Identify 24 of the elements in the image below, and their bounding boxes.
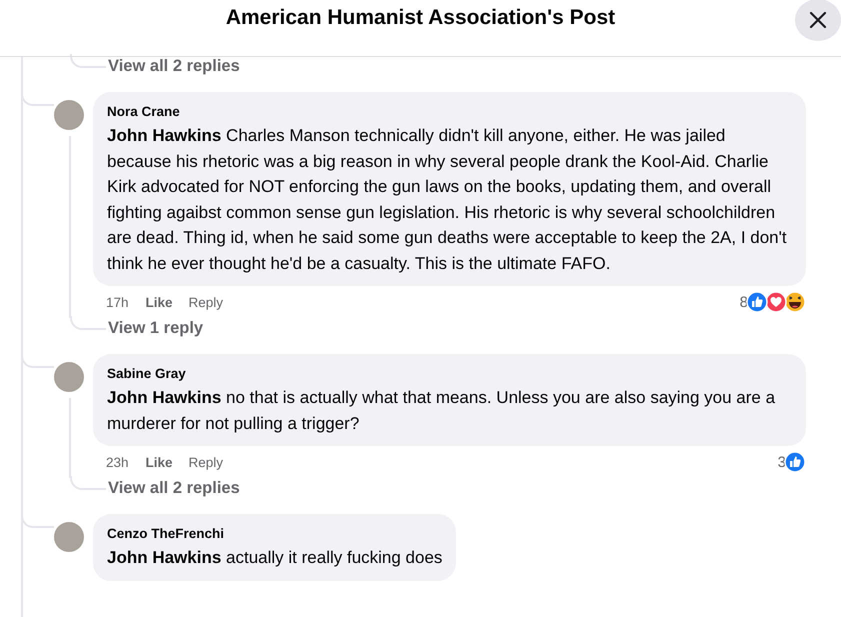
avatar[interactable] [54,362,84,392]
dialog-title: American Humanist Association's Post [226,6,616,30]
comment-time[interactable]: 23h [106,454,129,470]
reply-link[interactable]: Reply [188,454,224,470]
like-link[interactable]: Like [146,294,173,310]
thumbs-up-icon [746,291,768,313]
avatar[interactable] [54,100,84,130]
laughing-face-icon [784,291,806,313]
like-link[interactable]: Like [146,454,173,470]
comment-author[interactable]: Cenzo TheFrenchi [107,525,442,543]
comment-author[interactable]: Sabine Gray [107,365,792,383]
view-replies-link[interactable]: View all 2 replies [108,56,240,76]
view-replies-link[interactable]: View 1 reply [108,318,204,338]
comment-time[interactable]: 17h [106,294,129,310]
close-icon [808,10,828,30]
thumbs-up-icon [784,451,806,473]
comment-text: John Hawkins no that is actually what that means. Unless you are also saying you are a murderer for not pulling a trigger? [107,387,776,434]
comment-author[interactable]: Nora Crane [107,103,792,121]
view-replies-link[interactable]: View all 2 replies [108,478,240,498]
avatar[interactable] [54,522,84,552]
reply-link[interactable]: Reply [188,294,224,310]
comment-text: John Hawkins actually it really fucking does [107,547,442,569]
comment-text: John Hawkins Charles Manson technically didn't kill anyone, either. He was jailed because his rhetoric was a big reason in why several people drank the Kool-Aid. Charlie Kirk advocated for NOT enforcing the gun laws on the books, updating them, and overall fighting agaibst common sense gun legislation. His rhetoric is why several schoolchildren are dead. Thing id, when he said some gun deaths were acceptable to keep the 2A, I don't think he ever thought he'd be a casualty. This is the ultimate FAFO. [107,125,788,274]
close-button[interactable] [795,0,841,41]
